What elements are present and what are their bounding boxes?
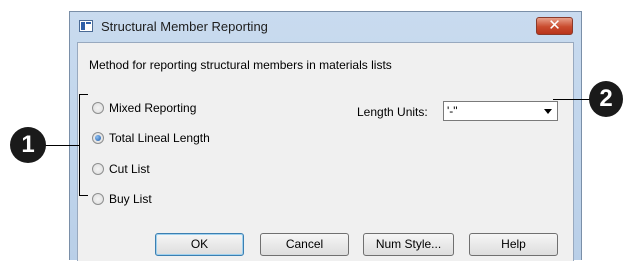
callout-1-bracket-top xyxy=(79,94,88,95)
radio-mixed-reporting[interactable]: Mixed Reporting xyxy=(92,101,196,115)
dialog-title: Structural Member Reporting xyxy=(101,19,268,34)
radio-button-selected[interactable] xyxy=(92,132,104,144)
ok-button[interactable]: OK xyxy=(155,233,244,256)
callout-1-bracket-bottom xyxy=(79,195,88,196)
dialog-app-icon xyxy=(79,20,93,32)
length-units-select[interactable]: '-" xyxy=(443,101,558,121)
close-button[interactable]: ✕ xyxy=(536,17,573,35)
title-bar[interactable]: Structural Member Reporting ✕ xyxy=(70,12,581,42)
method-label: Method for reporting structural members … xyxy=(89,58,392,72)
radio-buy-list[interactable]: Buy List xyxy=(92,192,152,206)
radio-label: Buy List xyxy=(109,192,152,206)
callout-1-badge: 1 xyxy=(10,127,46,163)
cancel-button[interactable]: Cancel xyxy=(260,233,349,256)
help-button[interactable]: Help xyxy=(469,233,558,256)
radio-label: Mixed Reporting xyxy=(109,101,197,115)
radio-cut-list[interactable]: Cut List xyxy=(92,162,150,176)
dialog-body: Method for reporting structural members … xyxy=(77,42,574,261)
close-icon: ✕ xyxy=(548,17,561,34)
num-style-button[interactable]: Num Style... xyxy=(363,233,454,256)
radio-label: Total Lineal Length xyxy=(109,131,210,145)
radio-label: Cut List xyxy=(109,162,150,176)
structural-member-reporting-dialog: Structural Member Reporting ✕ Method for… xyxy=(69,11,582,261)
radio-total-lineal-length[interactable]: Total Lineal Length xyxy=(92,131,210,145)
chevron-down-icon[interactable] xyxy=(544,109,552,114)
callout-2-badge: 2 xyxy=(589,81,623,117)
length-units-label: Length Units: xyxy=(357,105,428,119)
length-units-value: '-" xyxy=(447,104,458,118)
radio-button[interactable] xyxy=(92,163,104,175)
radio-button[interactable] xyxy=(92,193,104,205)
radio-button[interactable] xyxy=(92,102,104,114)
